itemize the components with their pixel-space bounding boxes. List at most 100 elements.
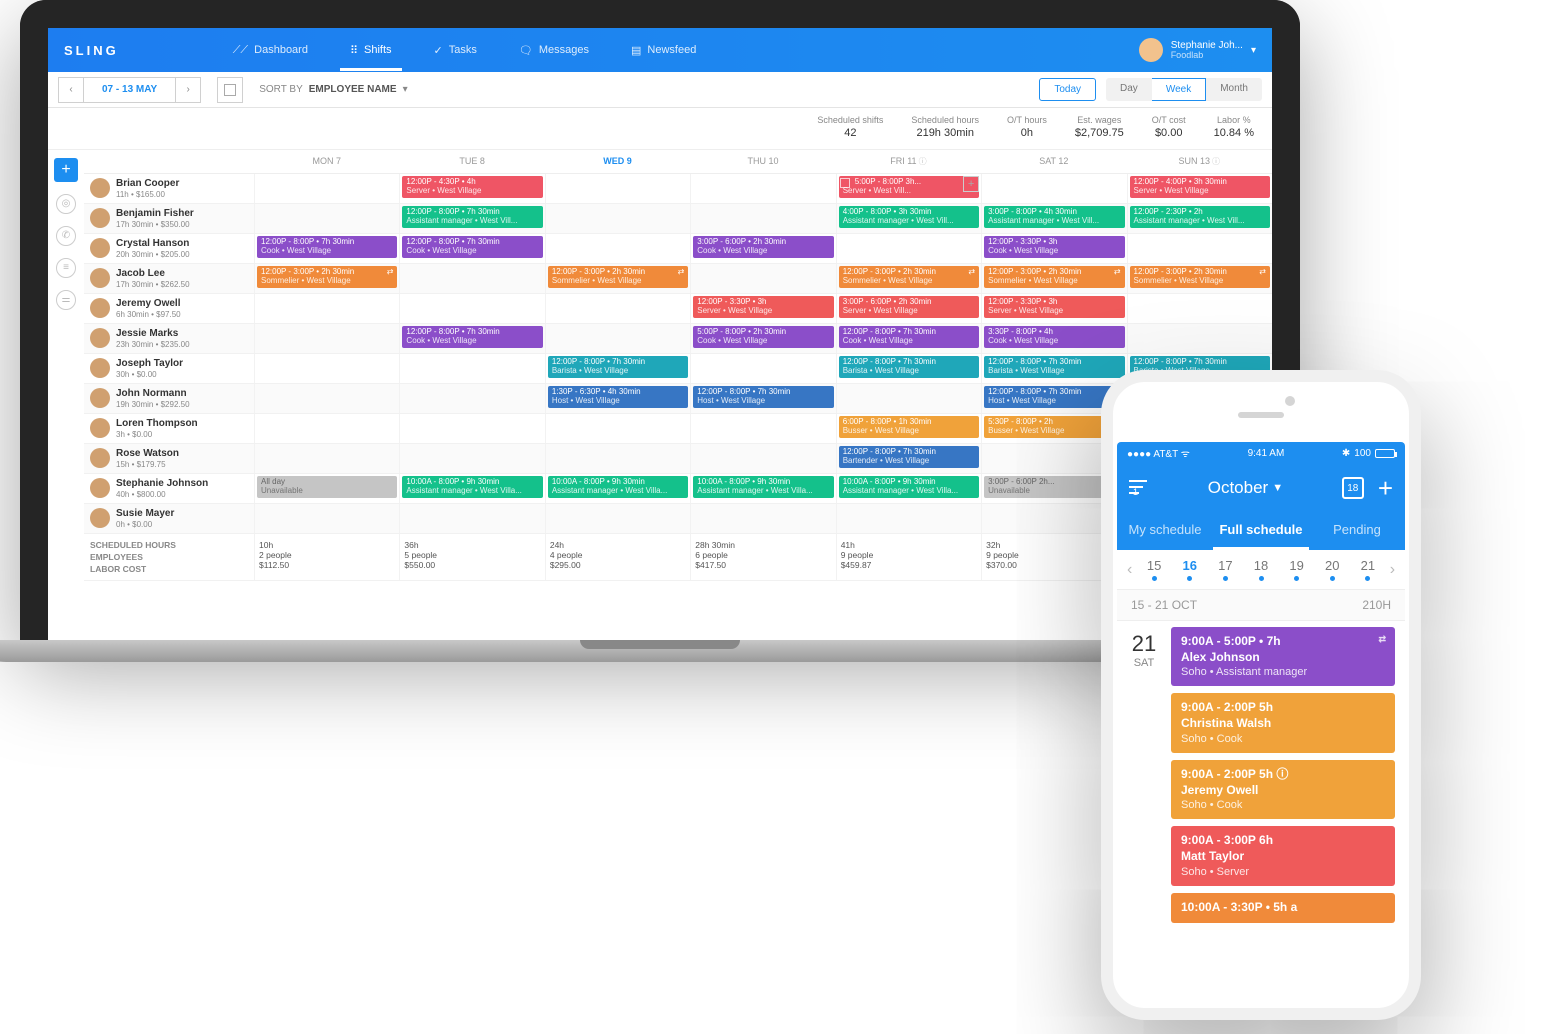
- schedule-cell[interactable]: [545, 504, 690, 533]
- shift-block[interactable]: 12:00P - 3:00P • 2h 30min⇄Sommelier • We…: [839, 266, 979, 288]
- schedule-cell[interactable]: 12:00P - 4:00P • 3h 30minServer • West V…: [1127, 174, 1272, 203]
- nav-tasks[interactable]: ✓Tasks: [430, 30, 481, 71]
- employee-name[interactable]: Benjamin Fisher: [116, 208, 194, 220]
- schedule-cell[interactable]: 12:00P - 3:30P • 3hServer • West Village: [981, 294, 1126, 323]
- add-shift-icon[interactable]: +: [963, 176, 979, 192]
- schedule-cell[interactable]: 1:30P - 6:30P • 4h 30minHost • West Vill…: [545, 384, 690, 413]
- schedule-cell[interactable]: 12:00P - 3:00P • 2h 30min⇄Sommelier • We…: [836, 264, 981, 293]
- shift-block[interactable]: 10:00A - 8:00P • 9h 30minAssistant manag…: [402, 476, 542, 498]
- shift-block[interactable]: 12:00P - 8:00P • 7h 30minBartender • Wes…: [839, 446, 979, 468]
- shift-block[interactable]: 10:00A - 8:00P • 9h 30minAssistant manag…: [693, 476, 833, 498]
- mobile-shift-card[interactable]: 9:00A - 2:00P 5hChristina WalshSoho • Co…: [1171, 693, 1395, 752]
- schedule-cell[interactable]: 12:00P - 8:00P • 7h 30minHost • West Vil…: [690, 384, 835, 413]
- select-all-checkbox[interactable]: [217, 77, 243, 103]
- schedule-cell[interactable]: 12:00P - 8:00P • 7h 30minAssistant manag…: [399, 204, 544, 233]
- employee-name[interactable]: Joseph Taylor: [116, 358, 183, 370]
- shift-block[interactable]: 12:00P - 8:00P • 7h 30minCook • West Vil…: [257, 236, 397, 258]
- prev-dates-button[interactable]: ‹: [1123, 561, 1136, 579]
- schedule-cell[interactable]: 12:00P - 4:30P • 4hServer • West Village: [399, 174, 544, 203]
- schedule-cell[interactable]: 5:00P - 8:00P • 2h 30minCook • West Vill…: [690, 324, 835, 353]
- schedule-cell[interactable]: [254, 354, 399, 383]
- shift-block[interactable]: 12:00P - 8:00P • 7h 30minCook • West Vil…: [839, 326, 979, 348]
- schedule-cell[interactable]: [836, 384, 981, 413]
- schedule-cell[interactable]: 12:00P - 8:00P • 7h 30minCook • West Vil…: [399, 234, 544, 263]
- schedule-cell[interactable]: [399, 384, 544, 413]
- date-pill[interactable]: 16: [1172, 558, 1208, 581]
- shift-block[interactable]: All dayUnavailable: [257, 476, 397, 498]
- schedule-cell[interactable]: 10:00A - 8:00P • 9h 30minAssistant manag…: [836, 474, 981, 503]
- month-selector[interactable]: October▼: [1208, 478, 1283, 498]
- mobile-shift-card[interactable]: 9:00A - 3:00P 6hMatt TaylorSoho • Server: [1171, 826, 1395, 885]
- nav-newsfeed[interactable]: ▤Newsfeed: [627, 30, 700, 71]
- schedule-cell[interactable]: [690, 264, 835, 293]
- schedule-cell[interactable]: 12:00P - 3:00P • 2h 30min⇄Sommelier • We…: [254, 264, 399, 293]
- shift-block[interactable]: 12:00P - 8:00P • 7h 30minBarista • West …: [839, 356, 979, 378]
- shift-block[interactable]: 1:30P - 6:30P • 4h 30minHost • West Vill…: [548, 386, 688, 408]
- shift-block[interactable]: 12:00P - 8:00P • 7h 30minHost • West Vil…: [693, 386, 833, 408]
- mobile-shift-card[interactable]: 9:00A - 5:00P • 7h⇄Alex JohnsonSoho • As…: [1171, 627, 1395, 686]
- shift-block[interactable]: 12:00P - 8:00P • 7h 30minCook • West Vil…: [402, 326, 542, 348]
- view-month-button[interactable]: Month: [1206, 78, 1262, 101]
- shift-block[interactable]: 3:30P - 8:00P • 4hCook • West Village: [984, 326, 1124, 348]
- schedule-cell[interactable]: [690, 414, 835, 443]
- phone-icon[interactable]: ✆: [56, 226, 76, 246]
- schedule-cell[interactable]: 5:00P - 8:00P 3h...Server • West Vill...…: [836, 174, 981, 203]
- date-range[interactable]: 07 - 13 MAY: [84, 77, 175, 103]
- next-week-button[interactable]: ›: [175, 77, 201, 103]
- schedule-cell[interactable]: [1127, 324, 1272, 353]
- employee-name[interactable]: Jeremy Owell: [116, 298, 181, 310]
- user-menu[interactable]: Stephanie Joh... Foodlab ▾: [1139, 38, 1256, 62]
- shift-block[interactable]: 12:00P - 3:00P • 2h 30min⇄Sommelier • We…: [1130, 266, 1270, 288]
- schedule-cell[interactable]: 4:00P - 8:00P • 3h 30minAssistant manage…: [836, 204, 981, 233]
- schedule-cell[interactable]: All dayUnavailable: [254, 474, 399, 503]
- shift-block[interactable]: 10:00A - 8:00P • 9h 30minAssistant manag…: [548, 476, 688, 498]
- tab-my-schedule[interactable]: My schedule: [1117, 512, 1213, 550]
- schedule-cell[interactable]: 3:00P - 6:00P • 2h 30minServer • West Vi…: [836, 294, 981, 323]
- date-pill[interactable]: 18: [1243, 558, 1279, 581]
- shift-block[interactable]: 12:00P - 3:00P • 2h 30min⇄Sommelier • We…: [548, 266, 688, 288]
- shift-block[interactable]: 4:00P - 8:00P • 3h 30minAssistant manage…: [839, 206, 979, 228]
- schedule-cell[interactable]: [545, 174, 690, 203]
- schedule-cell[interactable]: 12:00P - 8:00P • 7h 30minCook • West Vil…: [399, 324, 544, 353]
- day-header[interactable]: SAT 12: [981, 150, 1126, 173]
- date-pill[interactable]: 19: [1279, 558, 1315, 581]
- next-dates-button[interactable]: ›: [1386, 561, 1399, 579]
- day-header[interactable]: THU 10: [690, 150, 835, 173]
- schedule-cell[interactable]: 12:00P - 8:00P • 7h 30minBarista • West …: [836, 354, 981, 383]
- shift-block[interactable]: 12:00P - 2:30P • 2hAssistant manager • W…: [1130, 206, 1270, 228]
- calendar-icon[interactable]: 18: [1342, 477, 1364, 499]
- schedule-cell[interactable]: [545, 414, 690, 443]
- schedule-cell[interactable]: [545, 234, 690, 263]
- date-pill[interactable]: 17: [1208, 558, 1244, 581]
- employee-name[interactable]: Jessie Marks: [116, 328, 190, 340]
- schedule-cell[interactable]: [399, 264, 544, 293]
- schedule-cell[interactable]: 10:00A - 8:00P • 9h 30minAssistant manag…: [545, 474, 690, 503]
- schedule-cell[interactable]: 12:00P - 2:30P • 2hAssistant manager • W…: [1127, 204, 1272, 233]
- schedule-cell[interactable]: [836, 504, 981, 533]
- employee-name[interactable]: Stephanie Johnson: [116, 478, 208, 490]
- shift-block[interactable]: 3:00P - 6:00P • 2h 30minServer • West Vi…: [839, 296, 979, 318]
- schedule-cell[interactable]: [254, 444, 399, 473]
- shift-block[interactable]: 6:00P - 8:00P • 1h 30minBusser • West Vi…: [839, 416, 979, 438]
- shift-block[interactable]: 12:00P - 4:00P • 3h 30minServer • West V…: [1130, 176, 1270, 198]
- shift-block[interactable]: 12:00P - 8:00P • 7h 30minBarista • West …: [548, 356, 688, 378]
- schedule-cell[interactable]: 6:00P - 8:00P • 1h 30minBusser • West Vi…: [836, 414, 981, 443]
- schedule-cell[interactable]: 10:00A - 8:00P • 9h 30minAssistant manag…: [690, 474, 835, 503]
- schedule-cell[interactable]: [1127, 294, 1272, 323]
- schedule-cell[interactable]: [254, 384, 399, 413]
- shift-block[interactable]: 3:00P - 6:00P • 2h 30minCook • West Vill…: [693, 236, 833, 258]
- schedule-cell[interactable]: [545, 294, 690, 323]
- schedule-cell[interactable]: [836, 234, 981, 263]
- schedule-cell[interactable]: [399, 294, 544, 323]
- schedule-cell[interactable]: [399, 354, 544, 383]
- schedule-cell[interactable]: [545, 324, 690, 353]
- employee-name[interactable]: Crystal Hanson: [116, 238, 190, 250]
- schedule-cell[interactable]: 12:00P - 8:00P • 7h 30minBarista • West …: [981, 354, 1126, 383]
- add-shift-button[interactable]: +: [1378, 473, 1393, 504]
- schedule-cell[interactable]: [254, 174, 399, 203]
- schedule-cell[interactable]: 12:00P - 8:00P • 7h 30minCook • West Vil…: [254, 234, 399, 263]
- shift-block[interactable]: 12:00P - 3:30P • 3hCook • West Village: [984, 236, 1124, 258]
- shift-block[interactable]: 12:00P - 8:00P • 7h 30minAssistant manag…: [402, 206, 542, 228]
- schedule-cell[interactable]: [690, 204, 835, 233]
- employee-name[interactable]: Jacob Lee: [116, 268, 190, 280]
